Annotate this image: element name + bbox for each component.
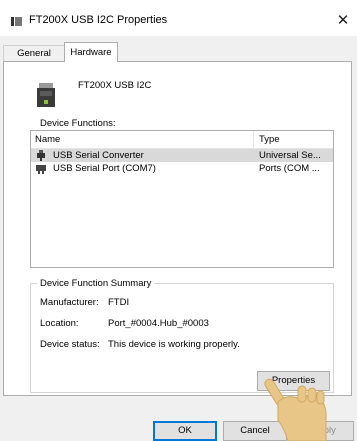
list-header: Name Type: [31, 131, 333, 149]
tab-hardware[interactable]: Hardware: [64, 42, 118, 62]
close-icon: ✕: [336, 12, 350, 29]
ok-button[interactable]: OK: [153, 421, 217, 441]
summary-legend: Device Function Summary: [37, 278, 155, 289]
device-name: FT200X USB I2C: [78, 80, 152, 91]
location-value: Port_#0004.Hub_#0003: [108, 318, 209, 329]
device-icon: [11, 17, 22, 26]
title-bar: FT200X USB I2C Properties ✕: [0, 0, 357, 36]
device-status-value: This device is working properly.: [108, 339, 240, 350]
manufacturer-value: FTDI: [108, 297, 130, 308]
column-divider[interactable]: [253, 131, 254, 148]
column-header-type[interactable]: Type: [259, 134, 280, 145]
tab-general[interactable]: General: [3, 45, 65, 61]
row-type: Ports (COM ...: [259, 163, 320, 174]
device-status-label: Device status:: [40, 339, 100, 350]
manufacturer-label: Manufacturer:: [40, 297, 99, 308]
port-icon: [36, 165, 46, 174]
list-item[interactable]: USB Serial Converter Universal Se...: [31, 149, 333, 162]
usb-plug-icon: [37, 150, 45, 161]
row-name: USB Serial Port (COM7): [53, 163, 156, 174]
list-item[interactable]: USB Serial Port (COM7) Ports (COM ...: [31, 162, 333, 175]
hand-cursor-icon: [264, 378, 327, 441]
close-button[interactable]: ✕: [330, 8, 356, 34]
usb-device-icon: [37, 83, 55, 107]
row-name: USB Serial Converter: [53, 150, 144, 161]
column-header-name[interactable]: Name: [35, 134, 60, 145]
location-label: Location:: [40, 318, 79, 329]
row-type: Universal Se...: [259, 150, 321, 161]
device-functions-label: Device Functions:: [40, 118, 116, 129]
window-title: FT200X USB I2C Properties: [29, 14, 168, 26]
device-functions-list[interactable]: Name Type USB Serial Converter Universal…: [30, 130, 334, 268]
